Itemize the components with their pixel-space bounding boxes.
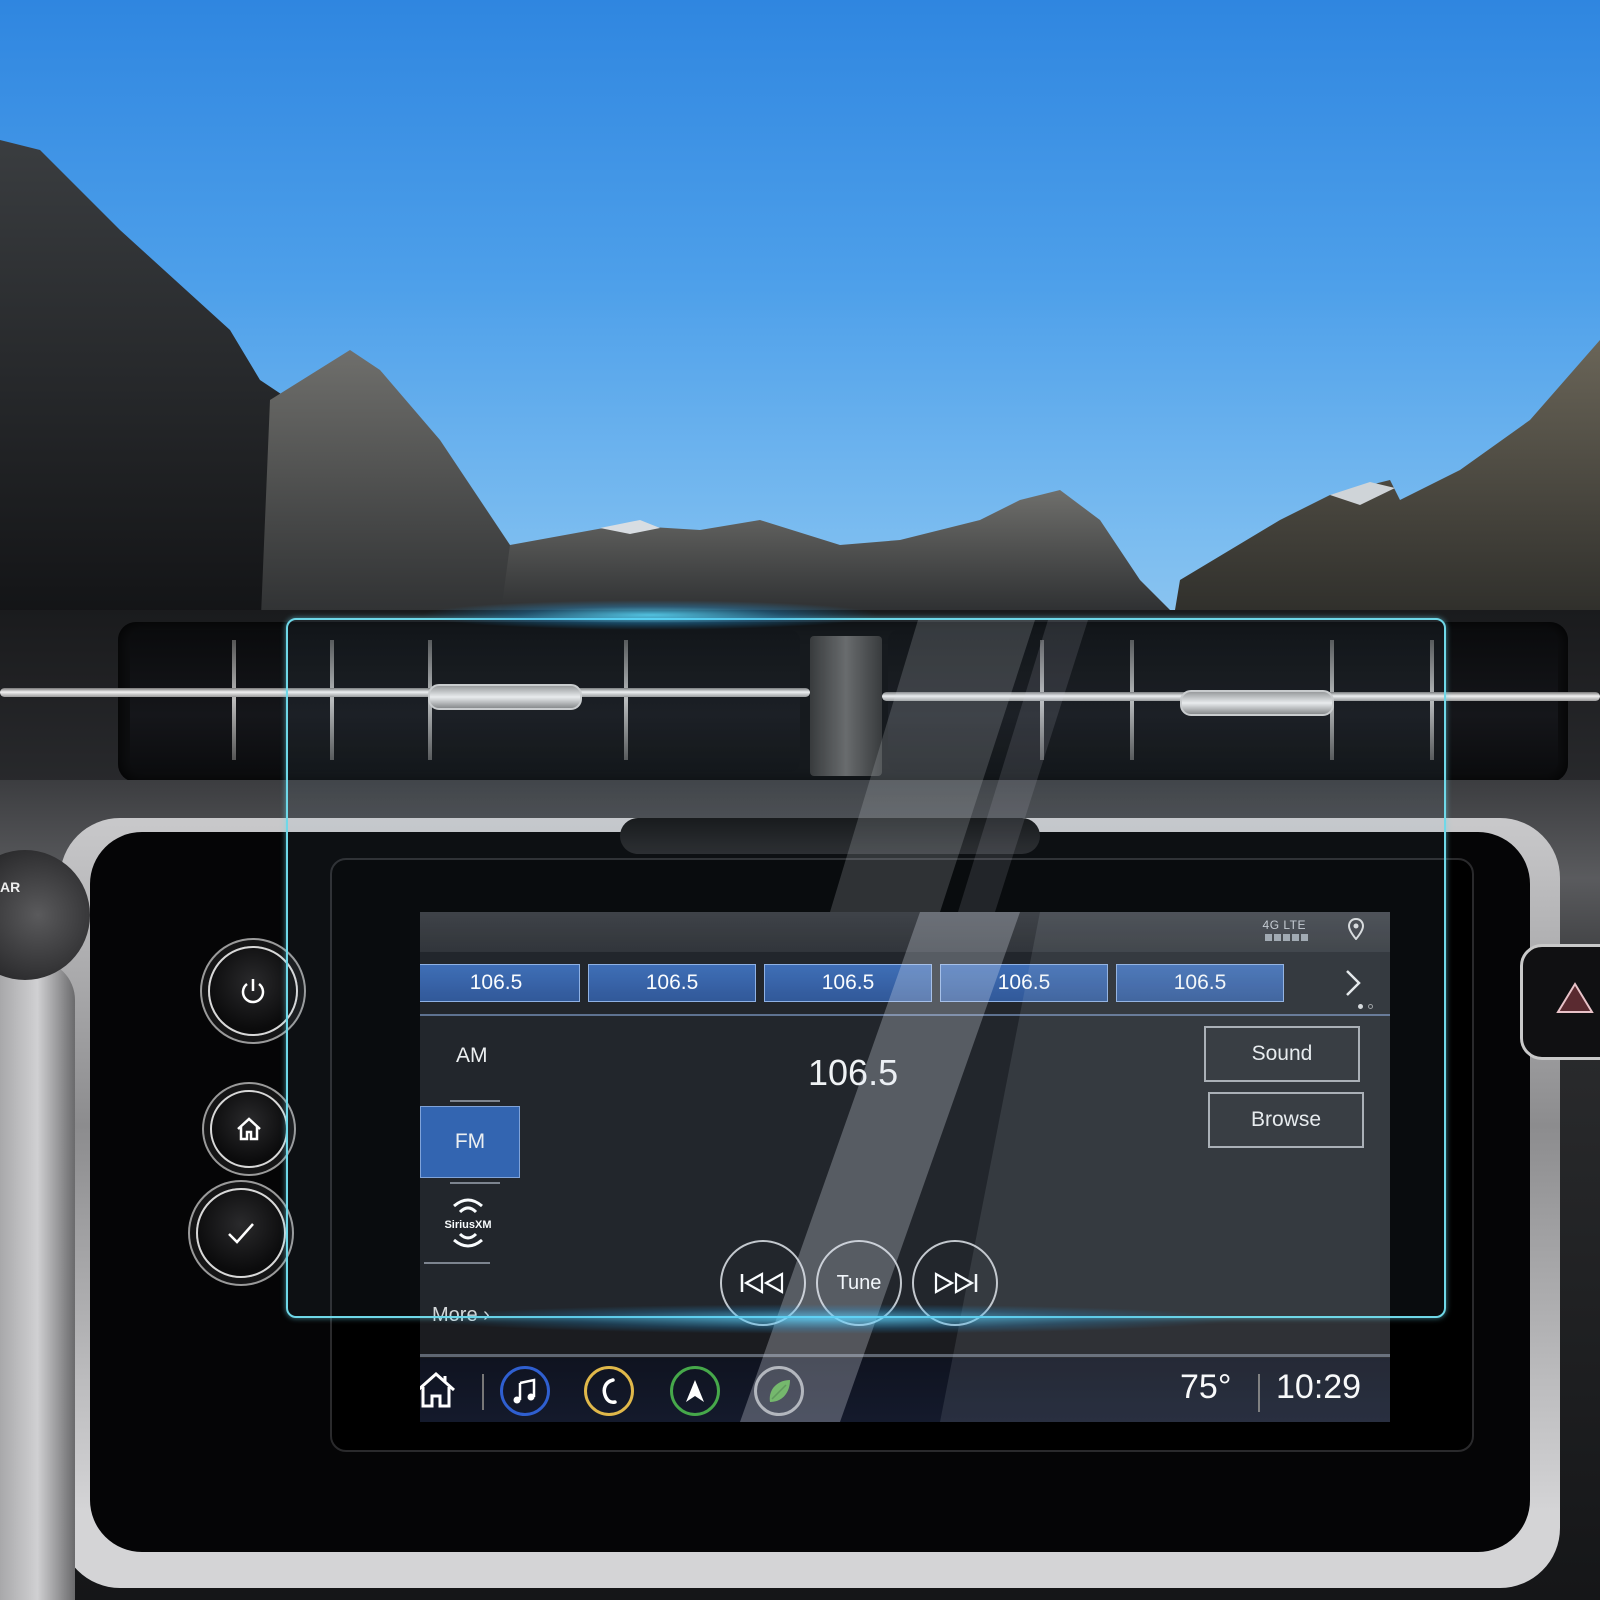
band-separator xyxy=(450,1182,500,1184)
hazard-triangle-icon xyxy=(1556,982,1594,1013)
stalk-label: AR xyxy=(0,879,21,895)
confirm-button[interactable] xyxy=(196,1188,286,1278)
current-frequency: 106.5 xyxy=(808,1052,899,1093)
preset-separator xyxy=(420,1014,1390,1016)
taskbar-divider xyxy=(482,1374,484,1410)
infotainment-screen: 4G LTE 106.5 106.5 106.5 106.5 106.5 AM … xyxy=(420,912,1390,1422)
chrome-trim-left xyxy=(0,688,810,697)
signal-strength-indicator xyxy=(1265,934,1308,941)
preset-station-bar: 106.5 106.5 106.5 106.5 106.5 xyxy=(420,964,1390,1004)
steering-column-trim xyxy=(0,960,75,1600)
taskbar-separator xyxy=(420,1354,1390,1357)
band-fm-label: FM xyxy=(454,1130,486,1153)
home-icon xyxy=(237,1117,261,1141)
check-icon xyxy=(228,1223,254,1244)
bezel-reflection xyxy=(620,818,1040,854)
sound-button[interactable]: Sound xyxy=(1204,1026,1360,1082)
band-separator xyxy=(450,1100,500,1102)
vent-divider xyxy=(810,636,882,776)
power-button[interactable] xyxy=(208,946,298,1036)
siriusxm-button[interactable]: SiriusXM xyxy=(434,1192,502,1252)
taskbar-audio-button[interactable] xyxy=(500,1366,550,1416)
seek-forward-icon xyxy=(934,1272,978,1294)
more-sources-link[interactable]: More › xyxy=(432,1304,490,1327)
clock: 10:29 xyxy=(1276,1368,1362,1406)
navigation-arrow-icon xyxy=(686,1380,704,1402)
taskbar-phone-button[interactable] xyxy=(584,1366,634,1416)
music-note-icon xyxy=(513,1378,536,1404)
preset-button-5[interactable]: 106.5 xyxy=(1116,964,1284,1002)
taskbar-navigation-button[interactable] xyxy=(670,1366,720,1416)
preset-page-indicator xyxy=(1358,1004,1373,1009)
taskbar-energy-button[interactable] xyxy=(754,1366,804,1416)
status-bar: 4G LTE xyxy=(420,912,1390,952)
tune-button[interactable]: Tune xyxy=(816,1240,902,1326)
chevron-right-icon xyxy=(1346,970,1361,996)
preset-button-2[interactable]: 106.5 xyxy=(588,964,756,1002)
vent-slat xyxy=(624,640,628,760)
taskbar-divider xyxy=(1258,1374,1260,1412)
power-icon xyxy=(241,979,265,1004)
seek-back-button[interactable] xyxy=(720,1240,806,1326)
preset-button-1[interactable]: 106.5 xyxy=(420,964,580,1002)
seek-back-icon xyxy=(740,1272,784,1294)
left-vent-adjuster[interactable] xyxy=(428,684,582,710)
taskbar: 75° 10:29 xyxy=(420,1358,1390,1422)
vent-slat xyxy=(232,640,236,760)
preset-button-3[interactable]: 106.5 xyxy=(764,964,932,1002)
siriusxm-logo-icon: SiriusXM xyxy=(444,1198,492,1248)
presets-next-page-button[interactable] xyxy=(1338,968,1368,1000)
network-type-label: 4G LTE xyxy=(1262,918,1306,932)
taskbar-home-button[interactable] xyxy=(420,1370,462,1414)
map-pin-icon xyxy=(1348,918,1364,940)
tune-label: Tune xyxy=(836,1271,882,1294)
phone-icon xyxy=(602,1378,617,1404)
siriusxm-label: SiriusXM xyxy=(444,1219,491,1231)
preset-button-4[interactable]: 106.5 xyxy=(940,964,1108,1002)
browse-button[interactable]: Browse xyxy=(1208,1092,1364,1148)
band-am-button[interactable]: AM xyxy=(456,1044,488,1068)
outside-temperature: 75° xyxy=(1180,1368,1232,1406)
right-vent-adjuster[interactable] xyxy=(1180,690,1334,716)
hardware-home-button[interactable] xyxy=(210,1090,288,1168)
band-fm-button[interactable]: FM xyxy=(420,1106,520,1178)
home-icon xyxy=(420,1371,455,1408)
leaf-icon xyxy=(769,1380,790,1402)
vent-slat xyxy=(330,640,334,760)
seek-forward-button[interactable] xyxy=(912,1240,998,1326)
hazard-button[interactable] xyxy=(1520,944,1600,1060)
band-separator xyxy=(424,1262,490,1264)
mountain-landscape xyxy=(0,140,1600,640)
